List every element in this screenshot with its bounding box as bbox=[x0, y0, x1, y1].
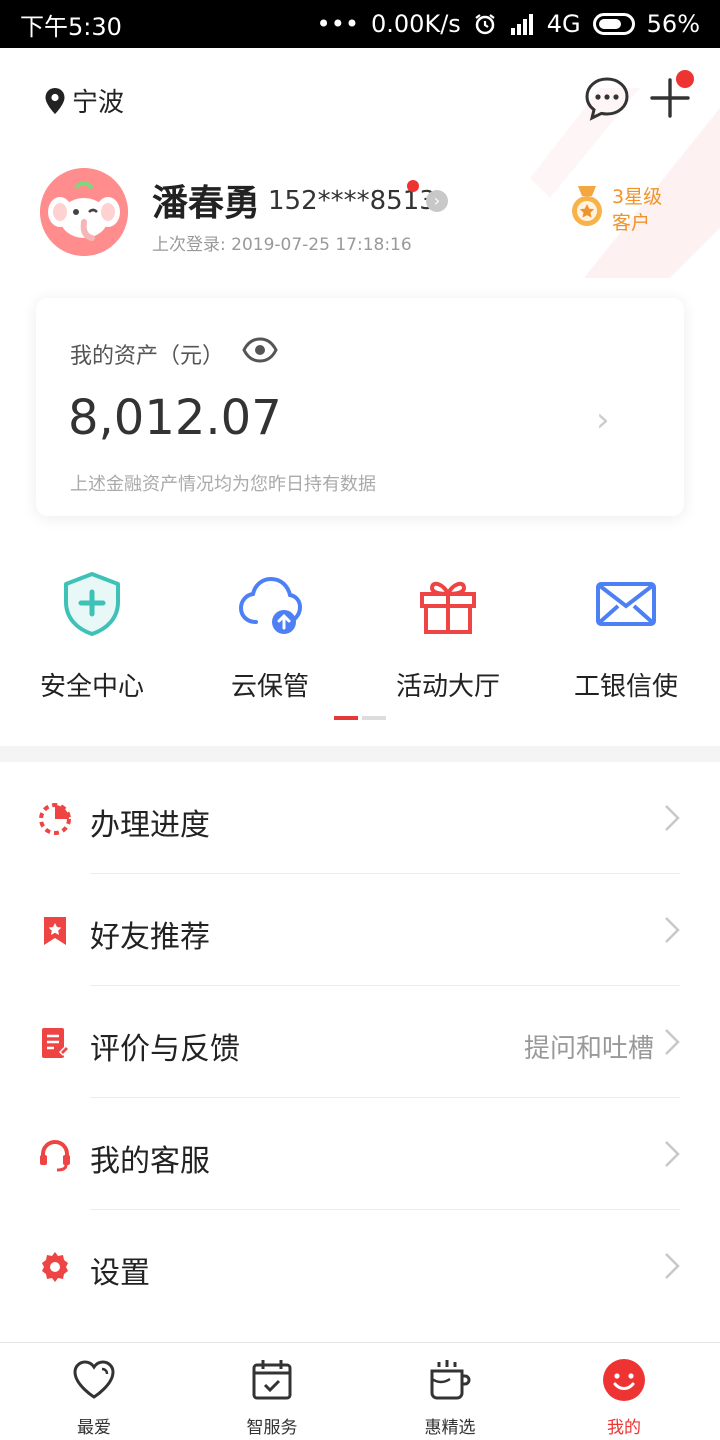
nav-favorites[interactable]: 最爱 bbox=[4, 1343, 184, 1438]
location-label: 宁波 bbox=[72, 88, 125, 118]
heart-icon bbox=[73, 1360, 115, 1399]
elephant-avatar-icon bbox=[40, 168, 128, 256]
menu-item-feedback[interactable]: 评价与反馈 提问和吐槽 bbox=[0, 986, 720, 1098]
profile-header: 宁波 潘春勇 152****8513 › 上次登录: 2019-07-25 17… bbox=[0, 48, 720, 278]
network-type: 4G bbox=[546, 10, 581, 38]
nav-smart-service[interactable]: 智服务 bbox=[182, 1343, 362, 1438]
nav-label: 最爱 bbox=[77, 1418, 111, 1438]
battery-percent: 56% bbox=[646, 10, 700, 38]
menu-item-referral[interactable]: 好友推荐 bbox=[0, 874, 720, 986]
quick-cloud-storage[interactable]: 云保管 bbox=[180, 560, 360, 703]
customer-level[interactable]: 3星级 客户 bbox=[612, 184, 672, 236]
nav-mine[interactable]: 我的 bbox=[534, 1343, 714, 1438]
battery-icon bbox=[592, 13, 635, 35]
gift-icon bbox=[420, 581, 476, 634]
feedback-icon bbox=[42, 1028, 71, 1058]
menu-label: 我的客服 bbox=[90, 1144, 210, 1179]
menu-extra: 提问和吐槽 bbox=[523, 1034, 654, 1064]
location-selector[interactable]: 宁波 bbox=[44, 82, 124, 119]
smile-icon bbox=[603, 1359, 645, 1401]
status-dots: ••• bbox=[316, 10, 360, 38]
user-name: 潘春勇 bbox=[152, 183, 261, 224]
cup-icon bbox=[430, 1360, 471, 1400]
status-bar: 下午5:30 ••• 0.00K/s 4G 56% bbox=[0, 0, 720, 48]
nav-label: 我的 bbox=[607, 1418, 641, 1438]
menu-label: 设置 bbox=[90, 1256, 150, 1291]
level-line-1: 3星级 bbox=[612, 186, 663, 208]
menu-label: 评价与反馈 bbox=[90, 1032, 240, 1067]
medal-icon[interactable] bbox=[568, 184, 606, 228]
chevron-right-icon bbox=[665, 917, 680, 943]
phone-notification-dot bbox=[407, 180, 419, 192]
network-speed: 0.00K/s bbox=[371, 10, 461, 38]
nav-label: 智服务 bbox=[246, 1418, 298, 1438]
mail-icon bbox=[596, 582, 656, 626]
quick-entries: 安全中心 云保管 活动大厅 工银信使 bbox=[0, 560, 720, 703]
menu-item-settings[interactable]: 设置 bbox=[0, 1210, 720, 1322]
bottom-nav: 最爱 智服务 惠精选 我的 bbox=[0, 1342, 720, 1440]
page-dot bbox=[362, 716, 386, 720]
bookmark-star-icon bbox=[44, 917, 66, 945]
menu-label: 办理进度 bbox=[90, 808, 210, 843]
signal-icon bbox=[510, 14, 533, 35]
avatar[interactable] bbox=[40, 168, 128, 256]
menu-item-progress[interactable]: 办理进度 bbox=[0, 762, 720, 874]
quick-label: 工银信使 bbox=[573, 672, 678, 702]
quick-label: 活动大厅 bbox=[395, 672, 500, 702]
asset-note: 上述金融资产情况均为您昨日持有数据 bbox=[70, 474, 376, 495]
calendar-check-icon bbox=[252, 1360, 292, 1400]
asset-amount: 8,012.07 bbox=[68, 390, 282, 446]
nav-label: 惠精选 bbox=[424, 1418, 476, 1438]
last-login: 上次登录: 2019-07-25 17:18:16 bbox=[152, 235, 412, 255]
quick-activity-hall[interactable]: 活动大厅 bbox=[358, 560, 538, 703]
alarm-icon bbox=[475, 14, 495, 35]
level-line-2: 客户 bbox=[612, 212, 651, 234]
menu-item-customer-service[interactable]: 我的客服 bbox=[0, 1098, 720, 1210]
chevron-right-icon bbox=[665, 1253, 680, 1279]
shield-plus-icon bbox=[64, 572, 120, 636]
headset-icon bbox=[40, 1140, 70, 1172]
notification-dot bbox=[676, 70, 694, 88]
chevron-right-icon[interactable]: › bbox=[596, 400, 610, 440]
page-dot-active bbox=[334, 716, 358, 720]
chevron-right-icon bbox=[665, 805, 680, 831]
gear-icon bbox=[42, 1252, 68, 1282]
nav-featured[interactable]: 惠精选 bbox=[360, 1343, 540, 1438]
cloud-upload-icon bbox=[238, 576, 303, 634]
status-time: 下午5:30 bbox=[20, 12, 122, 41]
menu-label: 好友推荐 bbox=[90, 920, 210, 955]
quick-icbc-messenger[interactable]: 工银信使 bbox=[536, 560, 716, 703]
status-right: ••• 0.00K/s 4G 56% bbox=[317, 10, 700, 38]
progress-icon bbox=[39, 803, 71, 835]
section-divider bbox=[0, 746, 720, 762]
quick-label: 安全中心 bbox=[39, 672, 144, 702]
message-icon[interactable] bbox=[584, 76, 630, 122]
asset-card[interactable]: 我的资产（元） 8,012.07 › 上述金融资产情况均为您昨日持有数据 bbox=[36, 298, 684, 516]
chevron-right-icon bbox=[665, 1141, 680, 1167]
page-indicator bbox=[334, 716, 386, 720]
quick-security-center[interactable]: 安全中心 bbox=[2, 560, 182, 703]
asset-title: 我的资产（元） bbox=[70, 344, 225, 369]
quick-label: 云保管 bbox=[230, 672, 309, 702]
eye-icon[interactable] bbox=[242, 336, 278, 364]
profile-arrow-icon[interactable]: › bbox=[426, 190, 448, 212]
chevron-right-icon bbox=[665, 1029, 680, 1055]
location-pin-icon bbox=[45, 87, 65, 114]
menu-list: 办理进度 好友推荐 评价与反馈 提问和吐槽 我的客服 设置 bbox=[0, 762, 720, 1322]
